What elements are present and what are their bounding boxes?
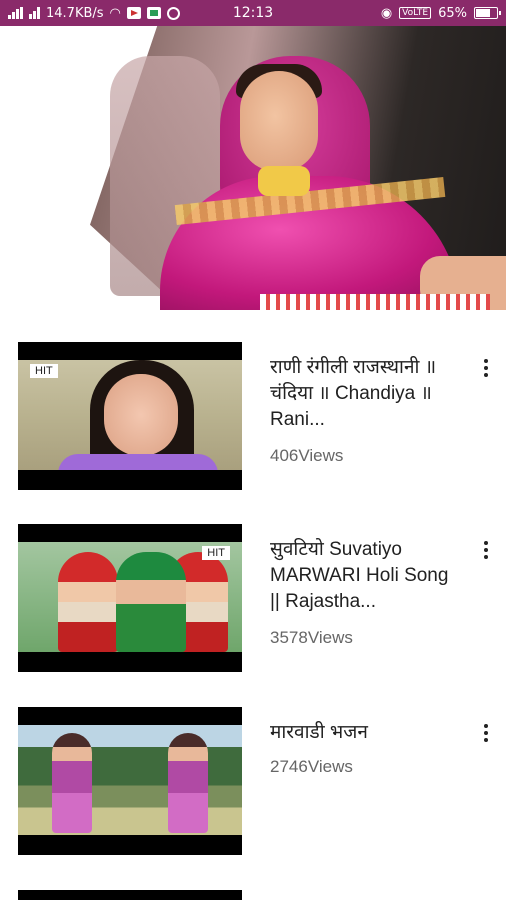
video-thumbnail-partial[interactable] (18, 890, 242, 900)
video-thumbnail[interactable]: HIT (18, 524, 242, 672)
video-views: 406Views (270, 446, 344, 465)
network-speed: 14.7KB/s (46, 5, 104, 21)
more-options-icon[interactable] (478, 356, 494, 380)
video-thumbnail[interactable]: HIT (18, 342, 242, 490)
volte-badge: VoLTE (399, 7, 432, 19)
battery-icon (474, 7, 501, 19)
video-title[interactable]: राणी रंगीली राजस्थानी ॥ चंदिया ॥ Chandiy… (270, 355, 460, 433)
clock: 12:13 (232, 5, 274, 21)
video-item[interactable]: HIT राणी रंगीली राजस्थानी ॥ चंदिया ॥ Cha… (0, 310, 506, 490)
signal-icon (8, 7, 23, 19)
battery-percent: 65% (438, 5, 467, 21)
video-views: 3578Views (270, 628, 353, 647)
more-options-icon[interactable] (478, 538, 494, 562)
video-title[interactable]: मारवाडी भजन (270, 720, 460, 746)
video-views: 2746Views (270, 757, 353, 776)
youtube-notification-icon (126, 7, 141, 19)
app-notification-icon (146, 7, 161, 19)
header-banner-image (0, 26, 506, 310)
whatsapp-icon (166, 6, 180, 20)
signal-2-icon (29, 7, 40, 19)
video-item[interactable]: HIT सुवटियो Suvatiyo MARWARI Holi Song |… (0, 492, 506, 672)
status-bar: 14.7KB/s ◠ 12:13 ◉ VoLTE 65% (0, 0, 506, 26)
video-title[interactable]: सुवटियो Suvatiyo MARWARI Holi Song || Ra… (270, 537, 460, 615)
eye-icon: ◉ (380, 5, 393, 21)
video-item[interactable]: मारवाडी भजन 2746Views (0, 675, 506, 855)
video-thumbnail[interactable] (18, 707, 242, 855)
hit-badge: HIT (30, 364, 58, 378)
more-options-icon[interactable] (478, 721, 494, 745)
wifi-icon: ◠ (109, 5, 121, 21)
hit-badge: HIT (202, 546, 230, 560)
